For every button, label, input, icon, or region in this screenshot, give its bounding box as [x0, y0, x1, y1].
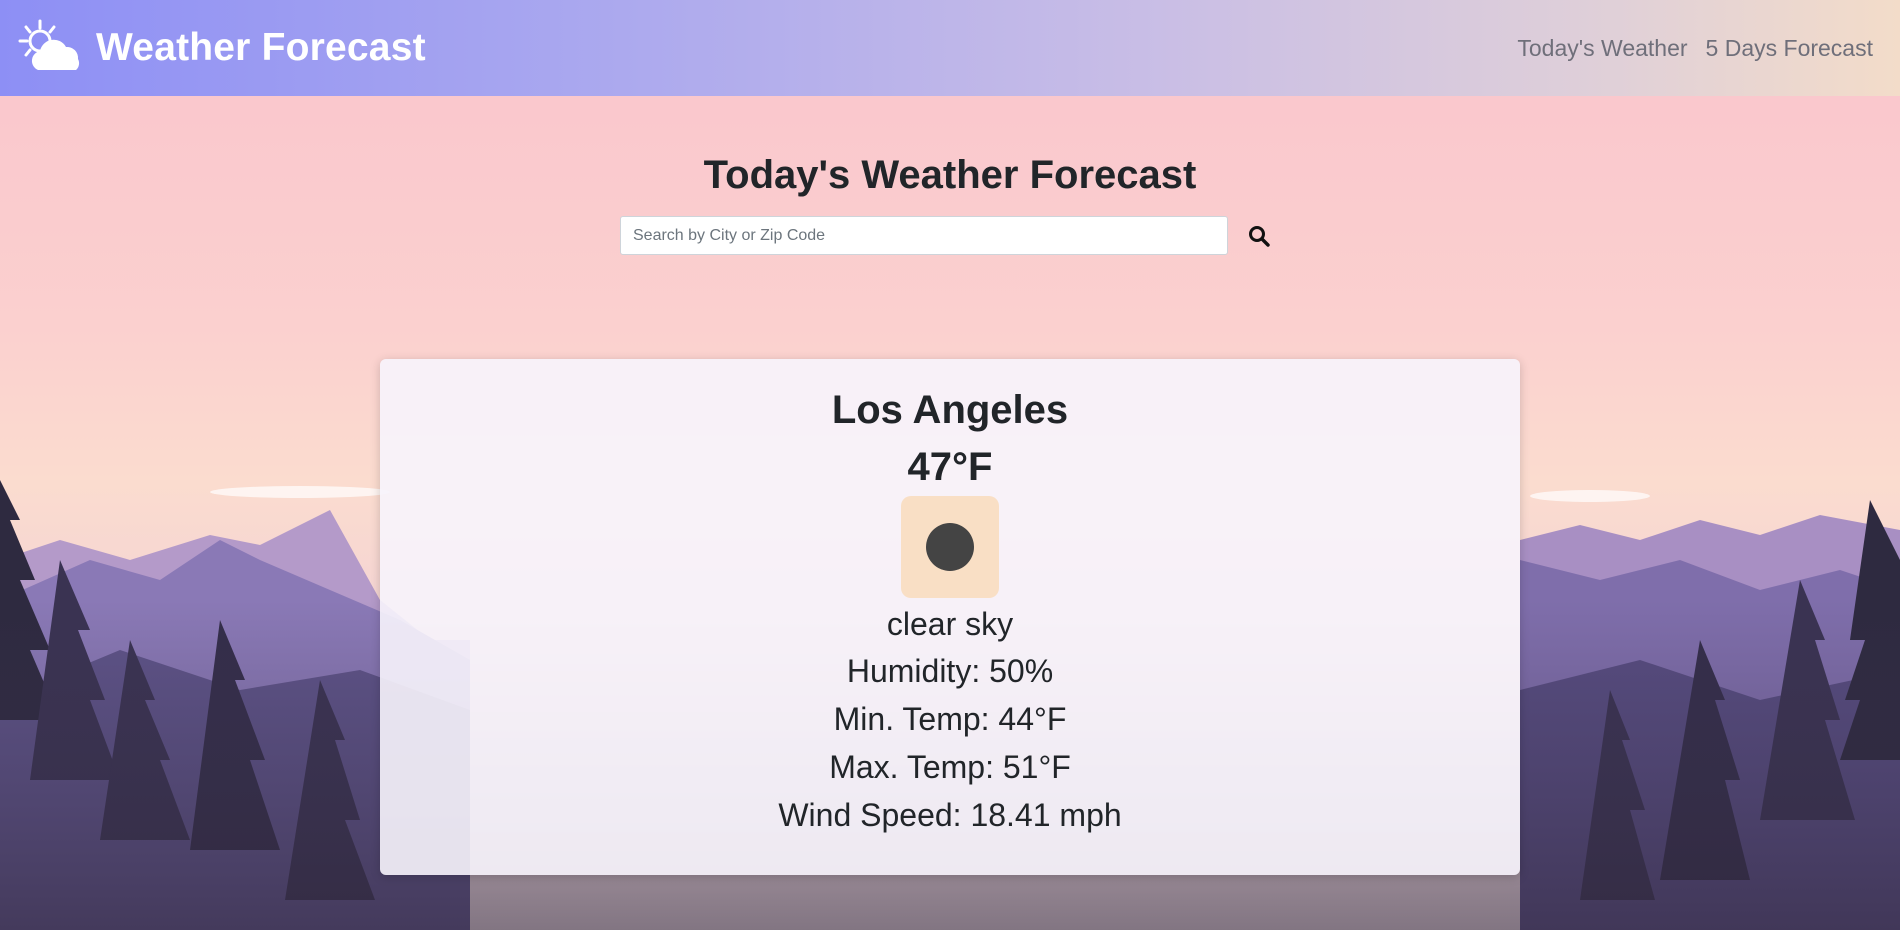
brand[interactable]: Weather Forecast	[18, 18, 426, 78]
weather-app-page: Weather Forecast Today's Weather 5 Days …	[0, 0, 1900, 930]
nav-links: Today's Weather 5 Days Forecast	[1517, 35, 1873, 62]
clear-sky-icon	[926, 523, 974, 571]
search-bar	[620, 216, 1274, 255]
city-name: Los Angeles	[831, 388, 1069, 432]
weather-icon-tile	[901, 496, 999, 598]
top-navbar: Weather Forecast Today's Weather 5 Days …	[0, 0, 1900, 96]
brand-title: Weather Forecast	[96, 26, 426, 69]
nav-link-5-days-forecast[interactable]: 5 Days Forecast	[1706, 35, 1873, 62]
nav-link-todays-weather[interactable]: Today's Weather	[1517, 35, 1687, 62]
search-icon	[1249, 225, 1270, 247]
page-title: Today's Weather Forecast	[703, 153, 1197, 197]
search-input[interactable]	[620, 216, 1228, 255]
wind-speed-value: Wind Speed: 18.41 mph	[778, 797, 1122, 833]
current-temperature: 47°F	[907, 445, 993, 489]
min-temp-value: Min. Temp: 44°F	[833, 701, 1067, 737]
search-button[interactable]	[1244, 221, 1274, 251]
humidity-value: Humidity: 50%	[846, 653, 1054, 689]
max-temp-value: Max. Temp: 51°F	[829, 749, 1071, 785]
sun-cloud-icon	[18, 18, 86, 78]
weather-card: Los Angeles 47°F clear sky Humidity: 50%…	[380, 359, 1520, 875]
weather-description: clear sky	[886, 606, 1014, 642]
